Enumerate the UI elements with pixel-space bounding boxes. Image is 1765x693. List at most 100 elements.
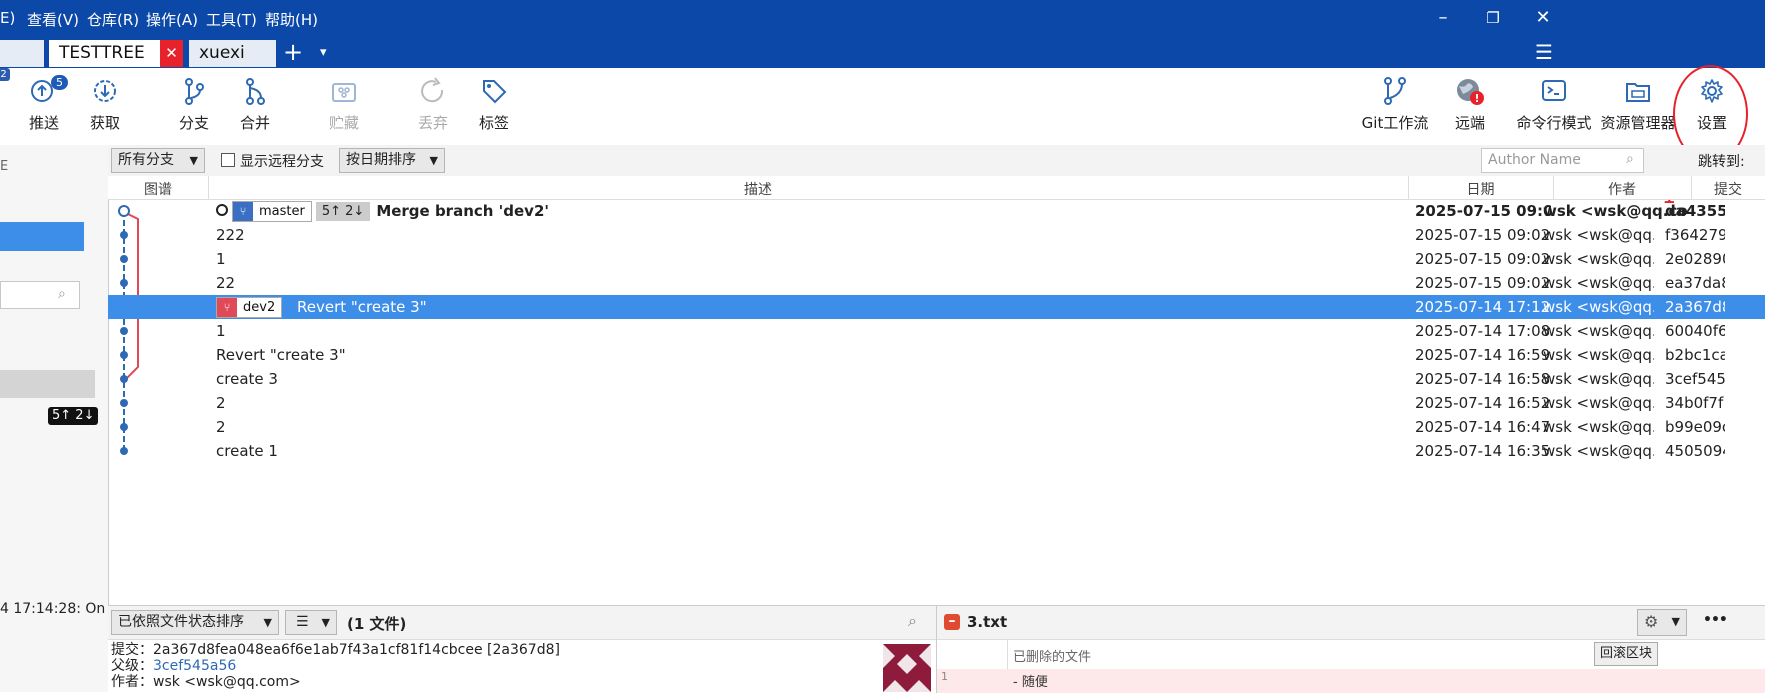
commit-author: wsk <wsk@qq.com> <box>1543 370 1654 388</box>
chevron-down-icon: ▼ <box>321 616 330 629</box>
minimize-button[interactable]: – <box>1428 6 1458 30</box>
commit-description: 222 <box>216 226 245 244</box>
table-row[interactable]: ⑂ master 5↑ 2↓ Merge branch 'dev2' 2025-07-… <box>108 199 1765 223</box>
commit-author: wsk <wsk@qq.com> <box>1543 274 1654 292</box>
chevron-down-icon: ▼ <box>429 154 438 167</box>
diff-panel: – 3.txt ⚙ ▼ ••• 已删除的文件 回滚区块 1 - 随便 <box>936 605 1765 693</box>
gitflow-button[interactable]: Git工作流 <box>1355 76 1435 133</box>
hamburger-menu-icon[interactable]: ☰ <box>1535 37 1553 68</box>
close-window-button[interactable]: ✕ <box>1528 6 1558 30</box>
commit-sha-line: 提交：2a367d8fea048ea6f6e1ab7f43a1cf81f14cb… <box>111 642 560 658</box>
show-remote-label: 显示远程分支 <box>240 154 324 170</box>
parent-line: 父级：3cef545a56 <box>111 658 237 674</box>
tab-bar: TESTTREE ✕ xuexi + ▾ ☰ <box>0 37 1765 68</box>
show-remote-checkbox[interactable] <box>221 153 235 167</box>
toolbar: 2 5 推送 获取 分支 合并 贮藏 丢弃 标签 Git工作流 ! 远端 命令行… <box>0 65 1765 163</box>
commit-date: 2025-07-14 16:35 <box>1415 442 1551 460</box>
tag-button[interactable]: 标签 <box>457 76 531 133</box>
commit-author: wsk <wsk@qq.com> <box>1543 226 1654 244</box>
sidebar-item-selected[interactable] <box>0 222 84 251</box>
menu-actions[interactable]: 操作(A) <box>146 9 198 30</box>
branch-filter-dropdown[interactable]: 所有分支 ▼ <box>111 148 205 173</box>
menu-view[interactable]: 查看(V) <box>27 9 79 30</box>
menu-tools[interactable]: 工具(T) <box>206 9 257 30</box>
commit-hash: 60040f6 <box>1665 322 1725 340</box>
add-tab-icon[interactable]: + <box>283 37 303 68</box>
diff-toolbar: – 3.txt ⚙ ▼ ••• <box>937 606 1765 640</box>
commit-author: wsk <wsk@qq.com> <box>1543 298 1654 316</box>
view-mode-dropdown[interactable]: ☰ ▼ <box>285 610 337 635</box>
commit-description: 1 <box>216 250 226 268</box>
merge-button[interactable]: 合并 <box>218 76 292 133</box>
author-search-input[interactable]: Author Name ⌕ <box>1481 148 1644 173</box>
sidebar-search-input[interactable]: ⌕ <box>0 281 80 309</box>
branch-label-master[interactable]: ⑂ master <box>232 201 312 222</box>
gitflow-icon <box>1384 77 1406 105</box>
table-row[interactable]: 22 2025-07-15 09:02 wsk <wsk@qq.com> ea3… <box>108 271 1765 295</box>
menu-repository[interactable]: 仓库(R) <box>87 9 139 30</box>
commit-hash: da4355c <box>1665 202 1725 220</box>
table-row[interactable]: 2 2025-07-14 16:52 wsk <wsk@qq.com> 34b0… <box>108 391 1765 415</box>
tab-previous[interactable] <box>0 40 44 67</box>
diff-options-dropdown[interactable]: ⚙ ▼ <box>1637 609 1687 636</box>
column-description[interactable]: 描述 <box>208 179 1308 199</box>
explorer-icon <box>1626 83 1650 102</box>
commit-date: 2025-07-15 09:02 <box>1415 226 1551 244</box>
commit-description: 2 <box>216 394 226 412</box>
table-row[interactable]: 222 2025-07-15 09:02 wsk <wsk@qq.com> f3… <box>108 223 1765 247</box>
commit-details-panel: 已依照文件状态排序 ▼ ☰ ▼ (1 文件) ⌕ 提交：2a367d8fea048e… <box>108 605 936 693</box>
globe-icon: ! <box>1457 79 1484 105</box>
table-row-selected[interactable]: ⑂ dev2 Revert "create 3" 2025-07-14 17:12… <box>108 295 1765 319</box>
merge-icon <box>246 78 265 105</box>
more-options-icon[interactable]: ••• <box>1703 612 1728 628</box>
remote-button[interactable]: ! 远端 <box>1433 76 1507 133</box>
fetch-icon <box>94 80 116 102</box>
table-row[interactable]: 2 2025-07-14 16:47 wsk <wsk@qq.com> b99e… <box>108 415 1765 439</box>
ahead-behind-badge: 5↑ 2↓ <box>315 202 371 221</box>
jump-to-label[interactable]: 跳转到: <box>1698 151 1745 171</box>
table-row[interactable]: create 1 2025-07-14 16:35 wsk <wsk@qq.co… <box>108 439 1765 463</box>
branch-icon: ⑂ <box>233 202 253 221</box>
commit-description: 1 <box>216 322 226 340</box>
column-date[interactable]: 日期 <box>1408 179 1553 199</box>
file-sort-dropdown[interactable]: 已依照文件状态排序 ▼ <box>111 610 279 635</box>
terminal-button[interactable]: 命令行模式 <box>1511 76 1597 133</box>
rollback-hunk-button[interactable]: 回滚区块 <box>1594 642 1659 666</box>
explorer-button[interactable]: 资源管理器 <box>1598 76 1678 133</box>
list-view-icon: ☰ <box>296 614 309 630</box>
tab-close-icon[interactable]: ✕ <box>160 40 183 67</box>
commit-description: Revert "create 3" <box>216 346 346 364</box>
commit-hash: 2e02890 <box>1665 250 1725 268</box>
fetch-button[interactable]: 获取 <box>68 76 142 133</box>
table-row[interactable]: Revert "create 3" 2025-07-14 16:59 wsk <… <box>108 343 1765 367</box>
commit-description: 22 <box>216 274 236 292</box>
commit-hash: f364279 <box>1665 226 1725 244</box>
commit-list: ⑂ master 5↑ 2↓ Merge branch 'dev2' 2025-07-… <box>108 199 1765 599</box>
stash-button[interactable]: 贮藏 <box>307 76 381 133</box>
menu-edit[interactable]: E) <box>0 9 15 27</box>
column-commit[interactable]: 提交 <box>1691 179 1765 199</box>
commit-author: wsk <wsk@qq.com> <box>1543 394 1654 412</box>
table-row[interactable]: create 3 2025-07-14 16:58 wsk <wsk@qq.co… <box>108 367 1765 391</box>
discard-icon <box>421 77 444 103</box>
column-graph[interactable]: 图谱 <box>108 179 208 199</box>
menu-help[interactable]: 帮助(H) <box>265 9 318 30</box>
table-row[interactable]: 1 2025-07-14 17:08 wsk <wsk@qq.com> 6004… <box>108 319 1765 343</box>
tab-menu-chevron-icon[interactable]: ▾ <box>320 37 327 68</box>
column-author[interactable]: 作者 <box>1553 179 1691 199</box>
push-count-badge: 5 <box>51 75 68 90</box>
gear-icon: ⚙ <box>1644 612 1659 631</box>
sort-dropdown[interactable]: 按日期排序 ▼ <box>339 148 445 173</box>
parent-link[interactable]: 3cef545a56 <box>153 658 236 674</box>
commit-description: 2 <box>216 418 226 436</box>
commit-author: wsk <wsk@qq.com> <box>1543 418 1654 436</box>
search-icon[interactable]: ⌕ <box>908 611 917 631</box>
tab-xuexi[interactable]: xuexi <box>189 40 276 67</box>
commit-author: wsk <wsk@qq.com> <box>1543 250 1654 268</box>
restore-button[interactable]: ❐ <box>1478 6 1508 30</box>
branch-label-dev2[interactable]: ⑂ dev2 <box>216 297 283 318</box>
table-row[interactable]: 1 2025-07-15 09:02 wsk <wsk@qq.com> 2e02… <box>108 247 1765 271</box>
commit-author: wsk <wsk@qq.com> <box>1543 442 1654 460</box>
sidebar-item-branch[interactable] <box>0 370 95 398</box>
commit-description: create 1 <box>216 442 278 460</box>
